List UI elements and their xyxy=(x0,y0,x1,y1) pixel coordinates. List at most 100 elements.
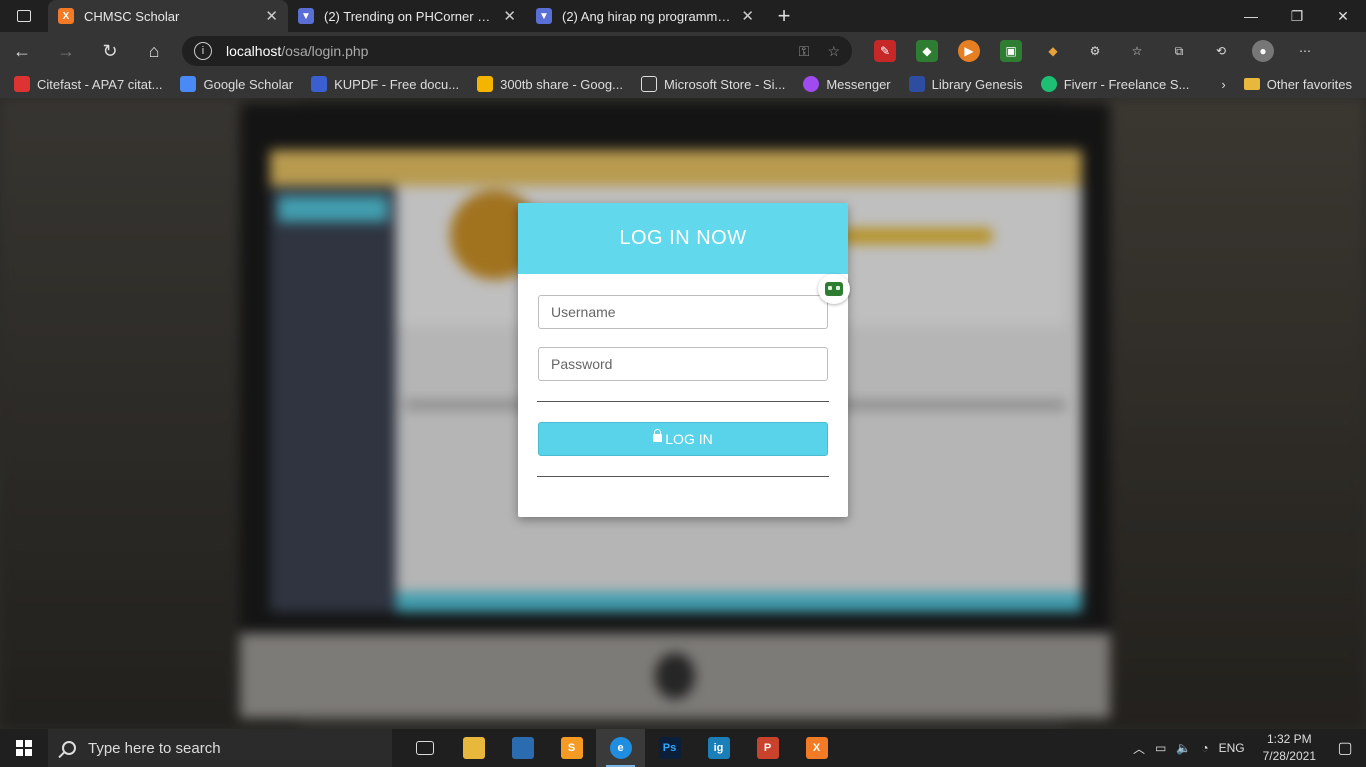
bookmark-label: Citefast - APA7 citat... xyxy=(37,76,163,92)
other-favorites-label: Other favorites xyxy=(1266,76,1352,92)
refresh-button[interactable]: ↻ xyxy=(88,32,132,70)
history-icon[interactable]: ⟲ xyxy=(1210,40,1232,62)
close-icon[interactable]: ✕ xyxy=(265,7,278,25)
info-icon[interactable]: i xyxy=(194,42,212,60)
close-window-icon[interactable]: ✕ xyxy=(1320,8,1366,25)
bookmark-label: Library Genesis xyxy=(931,76,1023,92)
tab-title: CHMSC Scholar xyxy=(84,8,180,24)
bookmark-fiverr[interactable]: Fiverr - Freelance S... xyxy=(1040,76,1190,92)
tab-actions-icon xyxy=(17,10,31,22)
clock-date: 7/28/2021 xyxy=(1262,749,1316,763)
collections-icon[interactable]: ⧉ xyxy=(1168,40,1190,62)
bookmark-label: Messenger xyxy=(826,76,891,92)
login-title: LOG IN NOW xyxy=(518,203,848,274)
phcorner-icon: ▼ xyxy=(298,8,314,24)
google-drive-icon xyxy=(477,76,494,92)
windows-icon xyxy=(16,740,32,756)
edge-icon[interactable]: e xyxy=(596,729,645,767)
bookmark-label: Microsoft Store - Si... xyxy=(663,76,786,92)
url-host: localhost xyxy=(226,43,282,59)
search-icon xyxy=(62,741,76,755)
language-indicator[interactable]: ENG xyxy=(1219,741,1245,755)
extension-green-icon[interactable]: ▣ xyxy=(1000,40,1022,62)
bookmark-citefast[interactable]: Citefast - APA7 citat... xyxy=(14,76,162,92)
restore-icon[interactable]: ❐ xyxy=(1274,8,1320,25)
xampp-icon[interactable]: X xyxy=(792,729,841,767)
system-tray: ︿ ▭ 🔈 ◔ ENG 1:32 PM 7/28/2021 xyxy=(1133,731,1324,765)
tab-title: (2) Ang hirap ng programming | xyxy=(562,8,732,24)
tab-actions-menu-button[interactable] xyxy=(0,0,48,32)
notification-icon[interactable]: ▢ xyxy=(1324,729,1366,767)
taskbar-search[interactable]: Type here to search xyxy=(48,729,392,767)
google-scholar-icon xyxy=(180,76,197,92)
page-viewport: LOG IN NOW LOG IN xyxy=(0,98,1366,729)
profile-avatar[interactable]: ● xyxy=(1252,40,1274,62)
ig-app-icon[interactable]: ig xyxy=(694,729,743,767)
start-button[interactable] xyxy=(0,729,48,767)
login-button-label: LOG IN xyxy=(665,431,713,447)
minimize-icon[interactable]: — xyxy=(1228,8,1274,24)
key-icon[interactable]: ⚿ xyxy=(799,43,810,60)
username-input[interactable] xyxy=(538,295,828,329)
fiverr-icon xyxy=(1040,76,1057,92)
toolbar: ← → ↻ ⌂ i localhost/osa/login.php ⚿ ☆ ✎ … xyxy=(0,32,1366,70)
messenger-icon xyxy=(803,76,820,92)
divider xyxy=(537,476,829,477)
new-tab-button[interactable]: + xyxy=(764,0,804,32)
photoshop-icon[interactable]: Ps xyxy=(645,729,694,767)
bookmark-library-genesis[interactable]: Library Genesis xyxy=(908,76,1023,92)
wifi-icon[interactable]: ◔ xyxy=(1201,741,1208,755)
xampp-icon: X xyxy=(58,8,74,24)
extension-colorful-icon[interactable]: ◆ xyxy=(916,40,938,62)
clock[interactable]: 1:32 PM 7/28/2021 xyxy=(1263,731,1316,765)
password-helper-icon[interactable] xyxy=(818,274,850,304)
microsoft-store-icon xyxy=(640,76,657,92)
task-view-icon[interactable] xyxy=(400,729,449,767)
home-button[interactable]: ⌂ xyxy=(132,32,176,70)
other-favorites-folder[interactable]: Other favorites xyxy=(1243,76,1352,92)
taskbar: Type here to search S e Ps ig P X ︿ ▭ 🔈 … xyxy=(0,729,1366,767)
more-menu-icon[interactable]: ⋯ xyxy=(1294,40,1316,62)
close-icon[interactable]: ✕ xyxy=(503,7,516,25)
forward-button[interactable]: → xyxy=(44,32,88,70)
search-placeholder: Type here to search xyxy=(88,739,221,757)
back-button[interactable]: ← xyxy=(0,32,44,70)
bookmark-label: KUPDF - Free docu... xyxy=(334,76,460,92)
battery-icon[interactable]: ▭ xyxy=(1155,741,1166,755)
close-icon[interactable]: ✕ xyxy=(741,7,754,25)
bookmark-microsoft-store[interactable]: Microsoft Store - Si... xyxy=(640,76,786,92)
chevron-up-icon[interactable]: ︿ xyxy=(1133,740,1145,757)
tab-title: (2) Trending on PHCorner | Pinoy xyxy=(324,8,493,24)
citefast-icon xyxy=(14,76,30,92)
extension-small-icon[interactable]: ◆ xyxy=(1042,40,1064,62)
folder-icon xyxy=(1243,78,1260,90)
bookmark-300tb-share[interactable]: 300tb share - Goog... xyxy=(477,76,623,92)
extension-red-icon[interactable]: ✎ xyxy=(874,40,896,62)
bookmark-kupdf[interactable]: KUPDF - Free docu... xyxy=(311,76,459,92)
divider xyxy=(537,401,829,402)
clock-time: 1:32 PM xyxy=(1266,732,1312,746)
bookmark-google-scholar[interactable]: Google Scholar xyxy=(180,76,293,92)
microsoft-store-icon[interactable] xyxy=(498,729,547,767)
favorites-icon[interactable]: ☆ xyxy=(1126,40,1148,62)
address-bar[interactable]: i localhost/osa/login.php ⚿ ☆ xyxy=(182,36,852,66)
add-favorite-icon[interactable]: ☆ xyxy=(827,43,840,60)
extensions-puzzle-icon[interactable]: ⚙ xyxy=(1084,40,1106,62)
bookmark-messenger[interactable]: Messenger xyxy=(803,76,891,92)
file-explorer-icon[interactable] xyxy=(449,729,498,767)
bookmark-label: 300tb share - Goog... xyxy=(500,76,623,92)
library-genesis-icon xyxy=(908,76,925,92)
volume-icon[interactable]: 🔈 xyxy=(1176,741,1191,755)
tab-chmsc-scholar[interactable]: X CHMSC Scholar ✕ xyxy=(48,0,288,32)
powerpoint-icon[interactable]: P xyxy=(743,729,792,767)
favorites-bar: Citefast - APA7 citat... Google Scholar … xyxy=(0,70,1366,98)
extension-orange-icon[interactable]: ▶ xyxy=(958,40,980,62)
chevron-right-icon[interactable]: › xyxy=(1221,77,1225,92)
login-button[interactable]: LOG IN xyxy=(538,422,828,456)
password-input[interactable] xyxy=(538,347,828,381)
bookmark-label: Google Scholar xyxy=(203,76,294,92)
bookmark-label: Fiverr - Freelance S... xyxy=(1063,76,1190,92)
tab-phcorner-trending[interactable]: ▼ (2) Trending on PHCorner | Pinoy ✕ xyxy=(288,0,526,32)
sublime-text-icon[interactable]: S xyxy=(547,729,596,767)
tab-ang-hirap[interactable]: ▼ (2) Ang hirap ng programming | ✕ xyxy=(526,0,764,32)
